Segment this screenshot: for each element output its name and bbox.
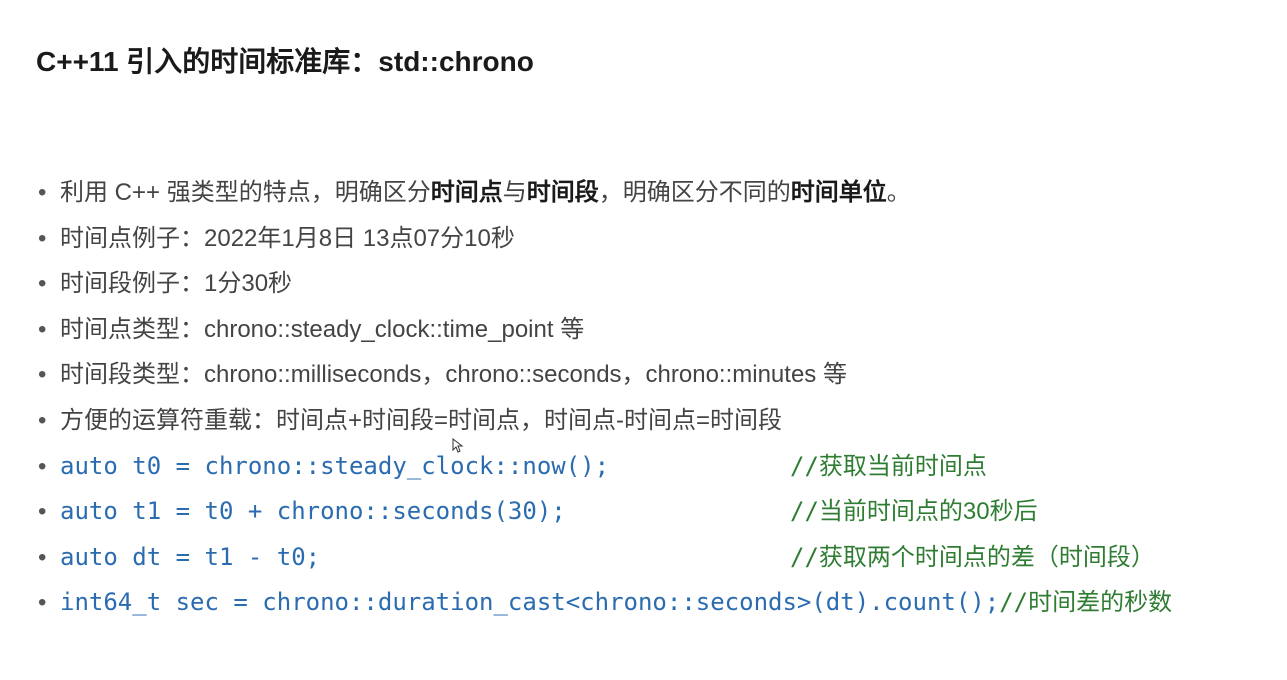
code-comment: 获取当前时间点 xyxy=(819,444,987,490)
code-comment: 时间差的秒数 xyxy=(1028,580,1172,626)
bullet-list: 利用 C++ 强类型的特点，明确区分时间点与时间段，明确区分不同的时间单位。 时… xyxy=(36,170,1251,626)
list-item-code: auto t1 = t0 + chrono::seconds(30); // 当前… xyxy=(36,489,1251,535)
text: 利用 C++ 强类型的特点，明确区分 xyxy=(60,179,431,206)
code-snippet: int64_t sec = chrono::duration_cast<chro… xyxy=(60,588,999,616)
list-item: 方便的运算符重载：时间点+时间段=时间点，时间点-时间点=时间段 xyxy=(36,398,1251,444)
list-item: 时间点类型：chrono::steady_clock::time_point 等 xyxy=(36,307,1251,353)
list-item-code: auto dt = t1 - t0; // 获取两个时间点的差（时间段） xyxy=(36,535,1251,581)
code-snippet: auto t0 = chrono::steady_clock::now(); xyxy=(60,452,609,480)
list-item: 时间段类型：chrono::milliseconds，chrono::secon… xyxy=(36,352,1251,398)
code-comment: 当前时间点的30秒后 xyxy=(819,489,1038,535)
comment-slash: // xyxy=(790,535,819,581)
list-item: 时间点例子：2022年1月8日 13点07分10秒 xyxy=(36,216,1251,262)
list-item-code: auto t0 = chrono::steady_clock::now(); //… xyxy=(36,444,1251,490)
text: 与 xyxy=(503,179,527,206)
list-item-code: int64_t sec = chrono::duration_cast<chro… xyxy=(36,580,1251,626)
list-item: 利用 C++ 强类型的特点，明确区分时间点与时间段，明确区分不同的时间单位。 xyxy=(36,170,1251,216)
code-snippet: auto t1 = t0 + chrono::seconds(30); xyxy=(60,497,566,525)
text: 。 xyxy=(887,179,911,206)
bold-term-time-unit: 时间单位 xyxy=(791,179,887,206)
comment-slash: // xyxy=(790,444,819,490)
comment-slash: // xyxy=(790,489,819,535)
code-snippet: auto dt = t1 - t0; xyxy=(60,543,320,571)
list-item: 时间段例子：1分30秒 xyxy=(36,261,1251,307)
slide-title: C++11 引入的时间标准库：std::chrono xyxy=(36,40,1251,80)
text: ，明确区分不同的 xyxy=(599,179,791,206)
bold-term-duration: 时间段 xyxy=(527,179,599,206)
code-comment: 获取两个时间点的差（时间段） xyxy=(819,535,1155,581)
comment-slash: // xyxy=(999,580,1028,626)
bold-term-time-point: 时间点 xyxy=(431,179,503,206)
